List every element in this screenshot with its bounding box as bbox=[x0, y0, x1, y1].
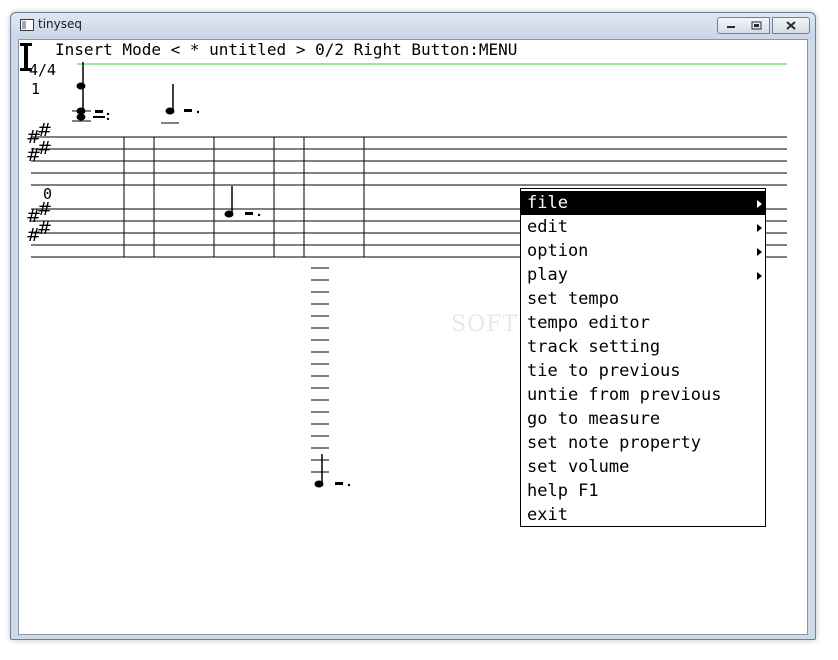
menu-item-label: play bbox=[527, 265, 568, 285]
menu-item-label: track setting bbox=[527, 337, 661, 357]
menu-item-label: help F1 bbox=[527, 481, 599, 501]
menu-item-label: set volume bbox=[527, 457, 630, 477]
menu-item-exit[interactable]: exit bbox=[521, 503, 765, 527]
close-icon bbox=[786, 21, 796, 30]
status-line: Insert Mode < * untitled > 0/2 Right But… bbox=[55, 40, 518, 59]
menu-item-set-tempo[interactable]: set tempo bbox=[521, 287, 765, 311]
menu-item-label: set note property bbox=[527, 433, 701, 453]
title-bar[interactable]: tinyseq bbox=[11, 13, 815, 39]
submenu-arrow-icon bbox=[757, 200, 762, 208]
menu-item-option[interactable]: option bbox=[521, 239, 765, 263]
menu-item-track-setting[interactable]: track setting bbox=[521, 335, 765, 359]
time-signature: 4/4 bbox=[29, 61, 57, 79]
menu-item-play[interactable]: play bbox=[521, 263, 765, 287]
menu-item-file[interactable]: file bbox=[521, 191, 765, 215]
menu-item-label: edit bbox=[527, 217, 568, 237]
menu-item-untie-from-previous[interactable]: untie from previous bbox=[521, 383, 765, 407]
menu-item-set-volume[interactable]: set volume bbox=[521, 455, 765, 479]
score-canvas[interactable]: # # # # # # # # Insert Mode < * untitled… bbox=[18, 39, 808, 635]
window-title: tinyseq bbox=[38, 17, 82, 31]
menu-item-tie-to-previous[interactable]: tie to previous bbox=[521, 359, 765, 383]
menu-item-set-note-property[interactable]: set note property bbox=[521, 431, 765, 455]
menu-item-label: set tempo bbox=[527, 289, 620, 309]
maximize-icon bbox=[751, 21, 761, 30]
submenu-arrow-icon bbox=[757, 272, 762, 280]
menu-item-label: tempo editor bbox=[527, 313, 650, 333]
maximize-button[interactable] bbox=[743, 17, 770, 34]
app-window: tinyseq # # # # # # # # Insert Mode < * … bbox=[10, 12, 816, 640]
context-menu[interactable]: file edit option play set tempo tempo ed… bbox=[520, 188, 766, 527]
menu-item-label: go to measure bbox=[527, 409, 661, 429]
menu-item-help[interactable]: help F1 bbox=[521, 479, 765, 503]
note-icon bbox=[72, 62, 261, 218]
ledger-lines bbox=[311, 267, 329, 473]
menu-item-label: option bbox=[527, 241, 589, 261]
minimize-icon bbox=[726, 25, 735, 28]
measure-number: 1 bbox=[31, 80, 41, 98]
measure-number: 0 bbox=[43, 185, 53, 203]
submenu-arrow-icon bbox=[757, 248, 762, 256]
menu-item-label: untie from previous bbox=[527, 385, 722, 405]
menu-item-label: exit bbox=[527, 505, 568, 525]
menu-item-label: tie to previous bbox=[527, 361, 681, 381]
menu-item-label: file bbox=[527, 193, 568, 213]
svg-text:#: # bbox=[37, 218, 52, 239]
menu-item-go-to-measure[interactable]: go to measure bbox=[521, 407, 765, 431]
bar-lines bbox=[123, 137, 365, 257]
low-note-icon bbox=[314, 454, 351, 488]
submenu-arrow-icon bbox=[757, 224, 762, 232]
svg-text:#: # bbox=[37, 138, 52, 159]
sharp-icon: # # # # # # # # bbox=[26, 120, 52, 246]
upper-staff bbox=[31, 136, 787, 186]
menu-item-tempo-editor[interactable]: tempo editor bbox=[521, 311, 765, 335]
menu-item-edit[interactable]: edit bbox=[521, 215, 765, 239]
app-icon bbox=[20, 19, 34, 31]
close-button[interactable] bbox=[772, 17, 810, 34]
minimize-button[interactable] bbox=[717, 17, 744, 34]
